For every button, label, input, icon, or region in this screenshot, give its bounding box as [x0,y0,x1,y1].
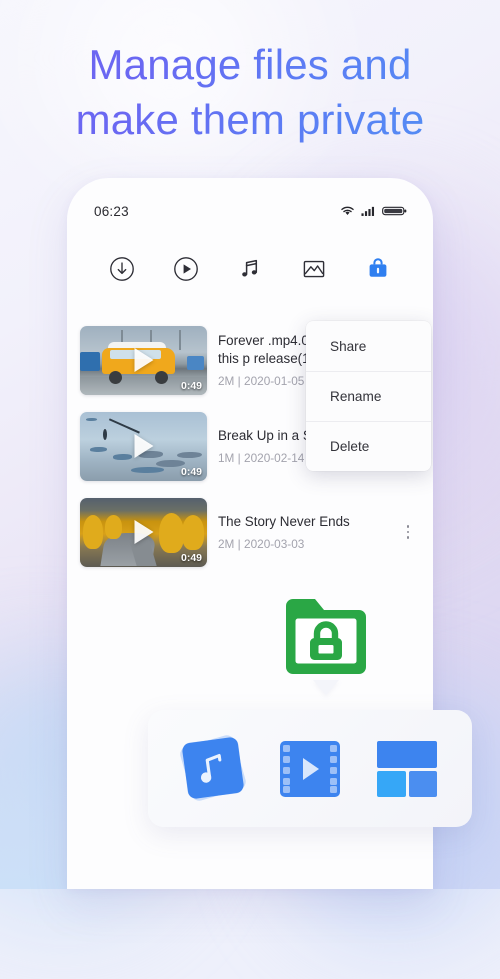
autumn-road-thumbnail[interactable]: 0:49 [80,497,207,567]
status-bar: 06:23 [67,200,433,222]
music-files-icon[interactable] [177,732,249,805]
image-files-icon[interactable] [371,733,443,805]
video-files-icon[interactable] [274,733,346,805]
wifi-icon [341,206,354,216]
table-row[interactable]: 0:49 The Story Never Ends 2M | 2020-03-0… [67,489,433,575]
battery-icon [382,206,407,216]
page-title: Manage files and make them private [0,38,500,147]
video-duration: 0:49 [180,379,202,392]
play-circle-icon [174,257,198,281]
row-menu-button[interactable] [397,515,419,549]
video-duration: 0:49 [180,551,202,564]
video-duration: 0:49 [180,465,202,478]
private-vault-tab[interactable] [363,254,393,284]
file-name: The Story Never Ends [218,513,350,529]
file-types-card [148,710,472,827]
music-note-glyph [200,753,222,783]
menu-item-delete[interactable]: Delete [306,421,431,471]
picture-icon [303,260,325,278]
callout-pointer [313,680,339,695]
download-circle-icon [110,257,134,281]
music-tab[interactable] [235,254,265,284]
yellow-van-thumbnail[interactable]: 0:49 [80,325,207,395]
play-icon [303,757,320,780]
menu-item-share[interactable]: Share [306,321,431,371]
file-subtitle: 2M | 2020-03-03 [218,537,305,552]
play-icon [134,434,153,458]
images-tab[interactable] [299,254,329,284]
file-meta: The Story Never Ends 2M | 2020-03-03 [207,513,397,551]
category-toolbar [67,247,433,291]
film-strip [279,740,340,797]
folder-lock-glyph [286,599,366,674]
dolphins-thumbnail[interactable]: 0:49 [80,411,207,481]
menu-item-rename[interactable]: Rename [306,371,431,421]
music-note-icon [242,259,258,277]
image-tiles [377,740,438,797]
download-tab[interactable] [107,254,137,284]
context-menu: Share Rename Delete [306,321,431,471]
video-tab[interactable] [171,254,201,284]
play-icon [134,520,153,544]
status-time: 06:23 [94,203,129,219]
play-icon [134,348,153,372]
status-icons [340,205,407,217]
locked-folder-icon [282,594,370,695]
signal-icon [361,206,375,216]
lock-icon [369,258,387,277]
